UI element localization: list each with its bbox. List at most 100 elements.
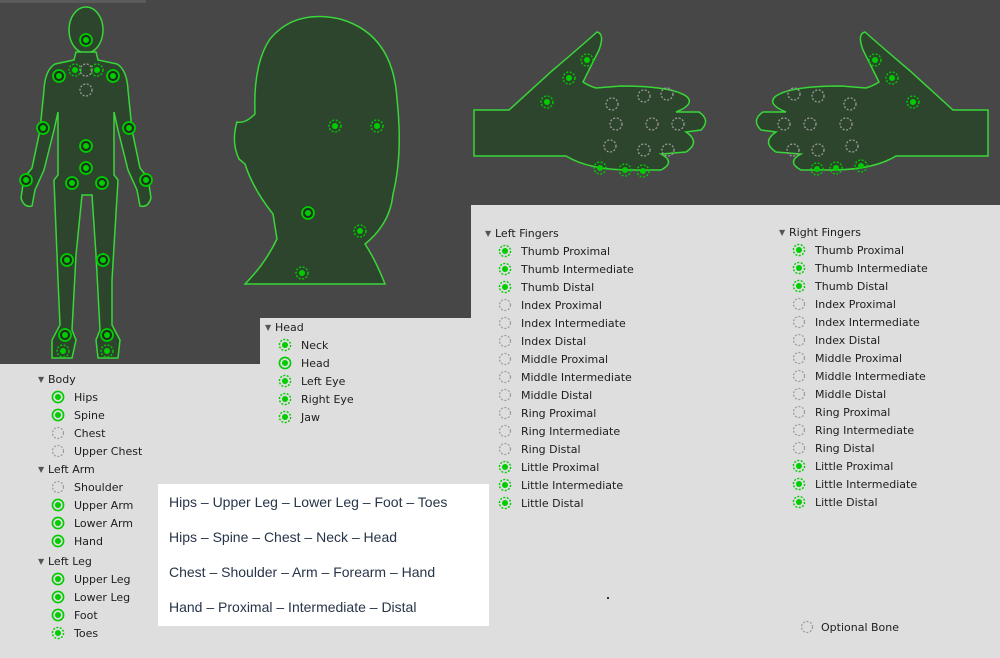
bone-row[interactable]: Ring Distal — [792, 440, 875, 458]
bone-label: Ring Proximal — [521, 407, 597, 420]
bone-row[interactable]: Middle Intermediate — [498, 369, 632, 387]
expand-triangle-icon: ▼ — [38, 557, 45, 566]
bone-label: Thumb Intermediate — [521, 263, 634, 276]
bone-row[interactable]: Lower Arm — [51, 515, 133, 533]
mapped-bone-icon — [792, 459, 806, 473]
required-bone-marker[interactable] — [65, 176, 79, 190]
optional-bone-icon — [498, 424, 512, 438]
bone-row[interactable]: Ring Intermediate — [792, 422, 914, 440]
bone-label: Index Intermediate — [815, 316, 920, 329]
bone-row[interactable]: Thumb Distal — [498, 279, 594, 297]
bone-label: Jaw — [301, 411, 320, 424]
bone-row[interactable]: Neck — [278, 337, 328, 355]
bone-row[interactable]: Hand — [51, 533, 103, 551]
bone-row[interactable]: Toes — [51, 625, 98, 643]
bone-label: Chest — [74, 427, 106, 440]
required-bone-marker[interactable] — [139, 173, 153, 187]
required-bone-marker[interactable] — [36, 121, 50, 135]
bone-row[interactable]: Upper Leg — [51, 571, 131, 589]
bone-row[interactable]: Middle Distal — [792, 386, 886, 404]
hierarchy-line: Hips – Spine – Chest – Neck – Head — [169, 529, 398, 545]
required-bone-marker[interactable] — [95, 176, 109, 190]
bone-row[interactable]: Ring Proximal — [498, 405, 596, 423]
optional-bone-icon — [792, 441, 806, 455]
bone-label: Index Proximal — [815, 298, 896, 311]
body-group-header[interactable]: ▼ Body — [38, 371, 76, 389]
bone-row[interactable]: Head — [278, 355, 330, 373]
mapped-bone-icon — [792, 279, 806, 293]
bone-row[interactable]: Index Intermediate — [498, 315, 626, 333]
bone-row[interactable]: Upper Chest — [51, 443, 142, 461]
bone-row[interactable]: Little Distal — [792, 494, 878, 512]
bone-row[interactable]: Lower Leg — [51, 589, 130, 607]
bone-row[interactable]: Ring Intermediate — [498, 423, 620, 441]
bone-label: Thumb Proximal — [521, 245, 611, 258]
required-bone-icon — [51, 390, 65, 404]
bone-row[interactable]: Middle Distal — [498, 387, 592, 405]
bone-row[interactable]: Thumb Proximal — [498, 243, 610, 261]
mapped-bone-icon — [498, 478, 512, 492]
bone-row[interactable]: Thumb Distal — [792, 278, 888, 296]
bone-row[interactable]: Hips — [51, 389, 98, 407]
required-bone-marker[interactable] — [79, 33, 93, 47]
optional-bone-icon — [51, 444, 65, 458]
head-group-header[interactable]: ▼ Head — [265, 319, 304, 337]
bone-row[interactable]: Little Distal — [498, 495, 584, 513]
bone-row[interactable]: Shoulder — [51, 479, 123, 497]
bone-row[interactable]: Thumb Intermediate — [498, 261, 634, 279]
bone-row[interactable]: Index Distal — [498, 333, 586, 351]
bone-label: Toes — [74, 627, 99, 640]
bone-row[interactable]: Thumb Proximal — [792, 242, 904, 260]
bone-row[interactable]: Middle Intermediate — [792, 368, 926, 386]
hierarchy-line: Chest – Shoulder – Arm – Forearm – Hand — [169, 564, 436, 580]
bone-row[interactable]: Thumb Intermediate — [792, 260, 928, 278]
left-hand-figure — [473, 31, 707, 178]
required-bone-marker[interactable] — [122, 121, 136, 135]
bone-row[interactable]: Spine — [51, 407, 105, 425]
bone-row[interactable]: Index Intermediate — [792, 314, 920, 332]
required-bone-marker[interactable] — [106, 69, 120, 83]
bone-label: Thumb Distal — [815, 280, 889, 293]
mapped-bone-icon — [498, 280, 512, 294]
left-leg-group-header[interactable]: ▼ Left Leg — [38, 553, 92, 571]
optional-bone-legend: Optional Bone — [800, 620, 899, 636]
bone-row[interactable]: Middle Proximal — [498, 351, 608, 369]
bone-row[interactable]: Little Proximal — [498, 459, 599, 477]
required-bone-marker[interactable] — [79, 139, 93, 153]
bone-row[interactable]: Jaw — [278, 409, 320, 427]
optional-bone-icon — [792, 351, 806, 365]
right-fingers-group-header[interactable]: ▼ Right Fingers — [779, 224, 861, 242]
bone-row[interactable]: Ring Distal — [498, 441, 581, 459]
bone-label: Middle Intermediate — [521, 371, 632, 384]
bone-row[interactable]: Foot — [51, 607, 98, 625]
bone-row[interactable]: Index Proximal — [498, 297, 602, 315]
left-arm-group-header[interactable]: ▼ Left Arm — [38, 461, 95, 479]
bone-label: Index Distal — [815, 334, 881, 347]
bone-row[interactable]: Little Proximal — [792, 458, 893, 476]
left-fingers-group-header[interactable]: ▼ Left Fingers — [485, 225, 559, 243]
required-bone-marker[interactable] — [79, 161, 93, 175]
required-bone-marker[interactable] — [100, 328, 114, 342]
required-bone-marker[interactable] — [60, 253, 74, 267]
bone-row[interactable]: Upper Arm — [51, 497, 133, 515]
bone-row[interactable]: Chest — [51, 425, 105, 443]
hierarchy-line: Hips – Upper Leg – Lower Leg – Foot – To… — [169, 494, 448, 510]
bone-label: Upper Chest — [74, 445, 143, 458]
mapped-bone-icon — [792, 495, 806, 509]
optional-bone-icon — [498, 406, 512, 420]
required-bone-marker[interactable] — [52, 69, 66, 83]
required-bone-marker[interactable] — [96, 253, 110, 267]
bone-label: Head — [301, 357, 330, 370]
bone-row[interactable]: Index Proximal — [792, 296, 896, 314]
required-bone-marker[interactable] — [58, 328, 72, 342]
bone-row[interactable]: Middle Proximal — [792, 350, 902, 368]
required-bone-marker[interactable] — [19, 173, 33, 187]
required-bone-marker[interactable] — [301, 206, 315, 220]
bone-row[interactable]: Index Distal — [792, 332, 880, 350]
optional-bone-icon — [800, 620, 814, 634]
bone-row[interactable]: Right Eye — [278, 391, 354, 409]
bone-row[interactable]: Little Intermediate — [498, 477, 623, 495]
bone-row[interactable]: Little Intermediate — [792, 476, 917, 494]
bone-row[interactable]: Ring Proximal — [792, 404, 890, 422]
bone-row[interactable]: Left Eye — [278, 373, 345, 391]
